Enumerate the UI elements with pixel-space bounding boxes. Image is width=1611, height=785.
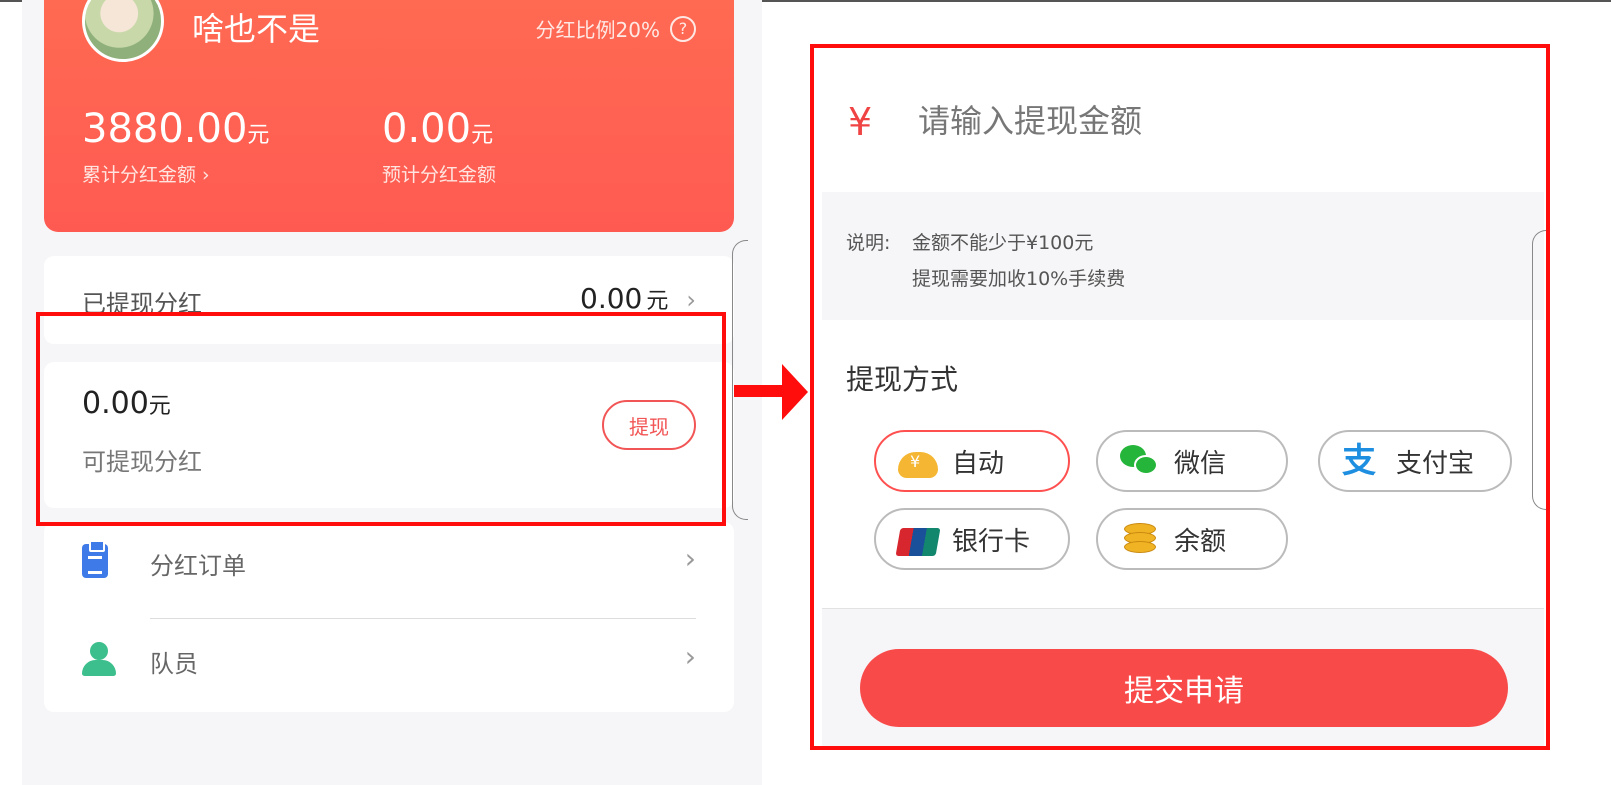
menu-item-label: 分红订单 — [150, 552, 246, 580]
arrow-right-icon — [734, 385, 786, 397]
estimated-dividend: 0.00元 预计分红金额 — [382, 106, 496, 187]
chevron-right-icon: › — [686, 286, 696, 314]
estimated-dividend-unit: 元 — [471, 123, 494, 148]
estimated-dividend-caption: 预计分红金额 — [382, 164, 497, 186]
menu-item-dividend-orders[interactable]: 分红订单 › — [44, 522, 734, 616]
total-dividend[interactable]: 3880.00元 累计分红金额 › — [82, 106, 269, 187]
total-dividend-caption: 累计分红金额 › — [82, 164, 210, 186]
chevron-right-icon: › — [684, 542, 696, 575]
chevron-right-icon: › — [684, 640, 696, 673]
question-circle-icon[interactable]: ? — [670, 15, 696, 42]
modal-edge — [732, 240, 748, 520]
dividend-ratio-label: 分红比例20% — [535, 18, 660, 42]
menu-list: 分红订单 › 队员 › — [44, 522, 734, 712]
team-icon — [82, 642, 118, 678]
highlight-box-left — [36, 312, 726, 526]
withdrawn-value: 0.00 元 › — [580, 282, 696, 315]
menu-item-label: 队员 — [150, 650, 198, 678]
withdrawn-unit: 元 — [646, 289, 669, 314]
divider — [150, 618, 696, 619]
withdrawn-amount: 0.00 — [580, 282, 643, 315]
dividend-header: 啥也不是 分红比例20% ? 3880.00元 累计分红金额 › 0.00元 预… — [44, 0, 734, 232]
arrow-head-icon — [782, 364, 808, 420]
clipboard-icon — [82, 540, 108, 578]
total-dividend-unit: 元 — [247, 123, 270, 148]
total-dividend-amount: 3880.00 — [82, 106, 248, 152]
username: 啥也不是 — [192, 10, 321, 48]
dividend-ratio[interactable]: 分红比例20% ? — [536, 14, 696, 43]
estimated-dividend-amount: 0.00 — [382, 106, 472, 152]
menu-item-team[interactable]: 队员 › — [44, 620, 734, 714]
avatar[interactable] — [82, 0, 164, 62]
highlight-box-right — [810, 44, 1550, 750]
